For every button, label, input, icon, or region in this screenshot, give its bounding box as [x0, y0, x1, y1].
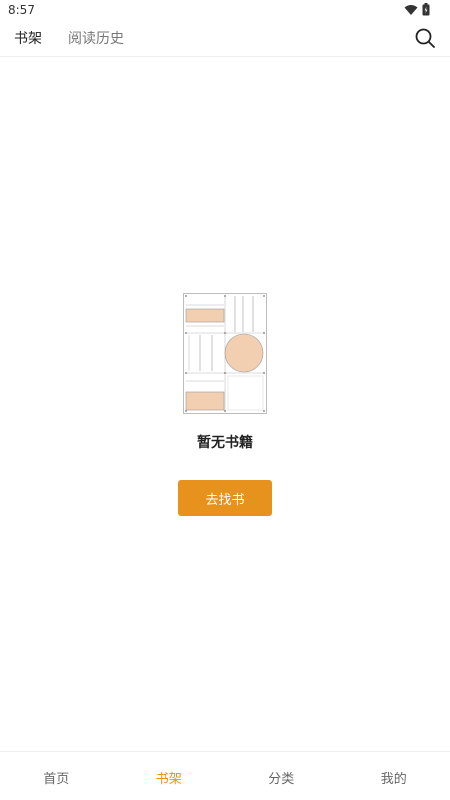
search-icon[interactable]: [414, 27, 436, 49]
bottom-nav: 首页 书架 分类 我的: [0, 751, 450, 800]
tab-bookshelf[interactable]: 书架: [14, 30, 42, 48]
empty-state-title: 暂无书籍: [197, 435, 253, 451]
battery-icon: [422, 1, 430, 20]
status-icons: [404, 1, 430, 20]
top-nav: 书架 阅读历史: [0, 22, 450, 57]
bottom-nav-category[interactable]: 分类: [225, 752, 338, 800]
app-screen: 8:57 书架 阅读历史 暂无书籍 去找书 首页 书架 分类 我的: [0, 0, 450, 800]
bottom-nav-bookshelf[interactable]: 书架: [113, 752, 226, 800]
empty-books-illustration: [183, 293, 267, 414]
bottom-nav-profile[interactable]: 我的: [338, 752, 450, 800]
wifi-icon: [404, 1, 418, 20]
find-book-button[interactable]: 去找书: [178, 480, 272, 516]
status-bar: 8:57: [0, 0, 450, 22]
status-time: 8:57: [8, 3, 35, 17]
tab-reading-history[interactable]: 阅读历史: [68, 30, 124, 48]
bottom-nav-home[interactable]: 首页: [0, 752, 113, 800]
